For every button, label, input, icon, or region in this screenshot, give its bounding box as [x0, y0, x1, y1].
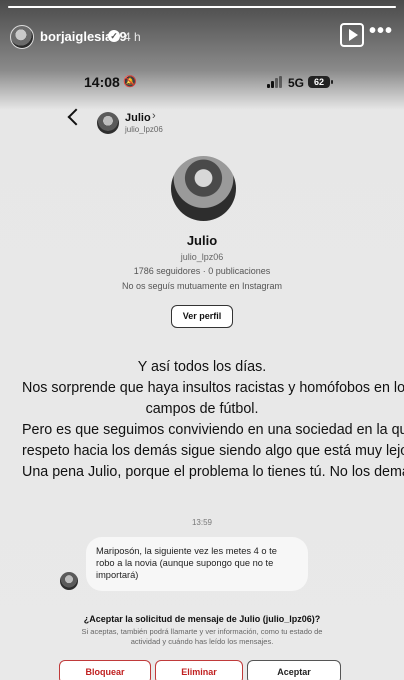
dm-contact-handle: julio_lpz06: [125, 125, 163, 134]
request-description: Si aceptas, también podrá llamarte y ver…: [81, 627, 323, 646]
message-timestamp: 13:59: [191, 518, 213, 527]
profile-handle: julio_lpz06: [180, 252, 224, 262]
status-time: 14:08: [84, 74, 120, 90]
delete-button[interactable]: Eliminar: [155, 660, 243, 680]
more-icon[interactable]: •••: [368, 21, 394, 44]
story-view: borjaiglesias9 ✓ 4 h ••• 14:08 🔕 5G 62 J…: [0, 0, 404, 680]
accept-button[interactable]: Aceptar: [247, 660, 341, 680]
network-label: 5G: [288, 76, 305, 90]
story-caption: Y así todos los días. Nos sorprende que …: [22, 357, 404, 483]
chevron-right-icon[interactable]: ›: [152, 110, 156, 122]
message-bubble: Mariposón, la siguiente vez les metes 4 …: [86, 537, 308, 591]
profile-stats: 1786 seguidores · 0 publicaciones: [133, 266, 271, 276]
caption-line: respeto hacia los demás sigue siendo alg…: [22, 443, 404, 459]
caption-line: Pero es que seguimos conviviendo en una …: [22, 422, 404, 438]
profile-mutual-status: No os seguís mutuamente en Instagram: [121, 281, 283, 291]
request-title: ¿Aceptar la solicitud de mensaje de Juli…: [83, 614, 321, 624]
block-button[interactable]: Bloquear: [59, 660, 151, 680]
story-avatar[interactable]: [10, 25, 34, 49]
muted-bell-icon: 🔕: [123, 76, 137, 88]
dm-avatar[interactable]: [97, 112, 119, 134]
story-time-ago: 4 h: [124, 30, 141, 44]
profile-avatar: [171, 156, 236, 221]
story-progress-fill: [8, 6, 396, 8]
caption-line: campos de fútbol.: [145, 401, 259, 417]
play-icon[interactable]: [340, 23, 364, 47]
verified-icon: ✓: [108, 30, 120, 42]
caption-line: Una pena Julio, porque el problema lo ti…: [22, 464, 404, 480]
story-progress-bar: [8, 6, 396, 8]
dm-contact-name[interactable]: Julio: [125, 112, 151, 124]
view-profile-button[interactable]: Ver perfil: [171, 305, 233, 328]
caption-line: Nos sorprende que haya insultos racistas…: [22, 380, 404, 396]
battery-icon: 62: [308, 76, 333, 88]
sender-avatar: [60, 572, 78, 590]
caption-line: Y así todos los días.: [137, 359, 267, 375]
back-arrow-icon[interactable]: [67, 108, 85, 126]
signal-icon: [267, 76, 283, 88]
profile-name: Julio: [186, 233, 218, 248]
